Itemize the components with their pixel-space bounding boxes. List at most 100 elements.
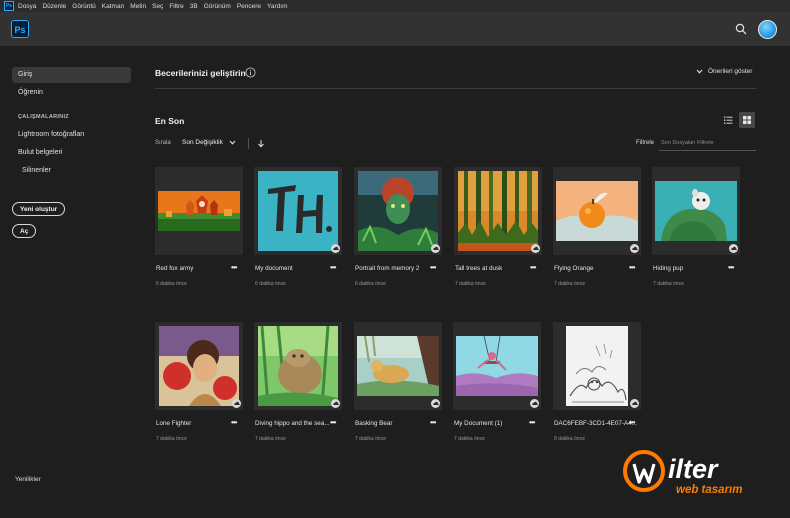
document-thumbnail[interactable] bbox=[254, 167, 342, 255]
document-card[interactable]: My Document (1) ••• 7 dakika önce bbox=[453, 322, 541, 447]
document-name: My Document (1) bbox=[454, 420, 503, 427]
menu-item-help[interactable]: Yardım bbox=[267, 3, 287, 10]
cloud-document-icon bbox=[232, 399, 241, 408]
document-thumbnail[interactable] bbox=[454, 167, 542, 255]
more-options-icon[interactable]: ••• bbox=[629, 263, 635, 272]
document-card[interactable]: Diving hippo and the sea... ••• 7 dakika… bbox=[254, 322, 342, 447]
sidebar-section-heading: ÇALIŞMALARINIZ bbox=[18, 114, 69, 120]
menu-item-edit[interactable]: Düzenle bbox=[42, 3, 66, 10]
watermark-brand: ilter bbox=[668, 454, 719, 484]
document-time: 9 dakika önce bbox=[554, 436, 585, 442]
open-button[interactable]: Aç bbox=[12, 224, 37, 238]
document-card[interactable]: Lone Fighter ••• 7 dakika önce bbox=[155, 322, 243, 447]
document-thumbnail[interactable] bbox=[155, 167, 243, 255]
more-options-icon[interactable]: ••• bbox=[430, 263, 436, 272]
top-bar: Ps bbox=[0, 12, 790, 46]
document-thumbnail[interactable] bbox=[354, 322, 442, 410]
sort-direction-icon[interactable] bbox=[257, 139, 265, 148]
menu-item-type[interactable]: Metin bbox=[130, 3, 146, 10]
menu-item-image[interactable]: Görüntü bbox=[72, 3, 96, 10]
document-card[interactable]: Hiding pup ••• 7 dakika önce bbox=[652, 167, 740, 292]
more-options-icon[interactable]: ••• bbox=[530, 263, 536, 272]
info-icon[interactable] bbox=[245, 67, 256, 78]
document-card[interactable]: Flying Orange ••• 7 dakika önce bbox=[553, 167, 641, 292]
document-thumbnail[interactable] bbox=[553, 322, 641, 410]
document-card[interactable]: My document ••• 6 dakika önce bbox=[254, 167, 342, 292]
search-icon[interactable] bbox=[735, 23, 747, 35]
more-options-icon[interactable]: ••• bbox=[231, 263, 237, 272]
document-thumbnail[interactable] bbox=[354, 167, 442, 255]
show-recommendations-button[interactable]: Önerileri göster bbox=[696, 68, 752, 75]
cloud-document-icon bbox=[431, 399, 440, 408]
document-time: 6 dakika önce bbox=[255, 281, 286, 287]
menu-item-layer[interactable]: Katman bbox=[102, 3, 124, 10]
document-card[interactable]: Basking Bear ••• 7 dakika önce bbox=[354, 322, 442, 447]
document-thumbnail[interactable] bbox=[155, 322, 243, 410]
grid-view-icon[interactable] bbox=[739, 112, 755, 128]
filter-label: Filtrele bbox=[636, 140, 655, 146]
sort-dropdown[interactable]: Son Değişiklik bbox=[182, 139, 236, 146]
document-name: Flying Orange bbox=[554, 265, 594, 272]
sort-label: Sırala bbox=[155, 140, 171, 146]
sidebar: Giriş Öğrenin ÇALIŞMALARINIZ Lightroom f… bbox=[0, 46, 140, 518]
document-card[interactable]: DAC6FEBF-3CD1-4E07-A4... ••• 9 dakika ön… bbox=[553, 322, 641, 447]
cloud-document-icon bbox=[729, 244, 738, 253]
more-options-icon[interactable]: ••• bbox=[728, 263, 734, 272]
sort-dropdown-value: Son Değişiklik bbox=[182, 139, 223, 146]
photoshop-logo[interactable]: Ps bbox=[11, 20, 29, 38]
document-thumbnail[interactable] bbox=[453, 322, 541, 410]
document-time: 7 dakika önce bbox=[554, 281, 585, 287]
more-options-icon[interactable]: ••• bbox=[430, 418, 436, 427]
chevron-down-icon bbox=[696, 69, 703, 74]
cloud-document-icon bbox=[630, 244, 639, 253]
menu-item-file[interactable]: Dosya bbox=[18, 3, 36, 10]
menu-item-view[interactable]: Görünüm bbox=[204, 3, 231, 10]
sidebar-item-deleted[interactable]: Silinenler bbox=[12, 163, 131, 179]
recent-title: En Son bbox=[155, 116, 185, 126]
document-name: Tall trees at dusk bbox=[455, 265, 503, 272]
cloud-document-icon bbox=[331, 244, 340, 253]
document-thumbnail[interactable] bbox=[652, 167, 740, 255]
whats-new-link[interactable]: Yenilikler bbox=[15, 476, 41, 483]
cloud-document-icon bbox=[531, 244, 540, 253]
divider bbox=[155, 88, 756, 89]
list-view-icon[interactable] bbox=[720, 112, 736, 128]
sidebar-item-cloud-docs[interactable]: Bulut belgeleri bbox=[12, 145, 131, 161]
more-options-icon[interactable]: ••• bbox=[330, 418, 336, 427]
document-name: Red fox army bbox=[156, 265, 194, 272]
menu-bar: Ps Dosya Düzenle Görüntü Katman Metin Se… bbox=[0, 0, 790, 12]
more-options-icon[interactable]: ••• bbox=[231, 418, 237, 427]
chevron-down-icon bbox=[229, 140, 236, 145]
document-thumbnail[interactable] bbox=[254, 322, 342, 410]
sidebar-item-home[interactable]: Giriş bbox=[12, 67, 131, 83]
document-time: 7 dakika önce bbox=[156, 436, 187, 442]
sidebar-item-lightroom[interactable]: Lightroom fotoğrafları bbox=[12, 127, 131, 143]
more-options-icon[interactable]: ••• bbox=[529, 418, 535, 427]
document-time: 7 dakika önce bbox=[255, 436, 286, 442]
sidebar-item-learn[interactable]: Öğrenin bbox=[12, 85, 131, 101]
menu-item-select[interactable]: Seç bbox=[152, 3, 163, 10]
new-button[interactable]: Yeni oluştur bbox=[12, 202, 66, 216]
document-time: 6 dakika önce bbox=[156, 281, 187, 287]
sort-separator bbox=[248, 138, 249, 149]
document-time: 7 dakika önce bbox=[454, 436, 485, 442]
document-time: 7 dakika önce bbox=[455, 281, 486, 287]
document-card[interactable]: Red fox army ••• 6 dakika önce bbox=[155, 167, 243, 292]
more-options-icon[interactable]: ••• bbox=[330, 263, 336, 272]
cloud-document-icon bbox=[331, 399, 340, 408]
document-time: 7 dakika önce bbox=[355, 436, 386, 442]
document-card[interactable]: Tall trees at dusk ••• 7 dakika önce bbox=[454, 167, 542, 292]
menu-item-filter[interactable]: Filtre bbox=[169, 3, 183, 10]
document-name: DAC6FEBF-3CD1-4E07-A4... bbox=[554, 420, 637, 427]
filter-input[interactable] bbox=[659, 136, 756, 151]
document-name: Basking Bear bbox=[355, 420, 393, 427]
document-name: My document bbox=[255, 265, 293, 272]
more-options-icon[interactable]: ••• bbox=[629, 418, 635, 427]
document-thumbnail[interactable] bbox=[553, 167, 641, 255]
avatar[interactable] bbox=[758, 20, 777, 39]
cloud-document-icon bbox=[530, 399, 539, 408]
document-name: Hiding pup bbox=[653, 265, 684, 272]
menu-item-3d[interactable]: 3B bbox=[190, 3, 198, 10]
document-card[interactable]: Portrait from memory 2 ••• 6 dakika önce bbox=[354, 167, 442, 292]
menu-item-window[interactable]: Pencere bbox=[237, 3, 261, 10]
